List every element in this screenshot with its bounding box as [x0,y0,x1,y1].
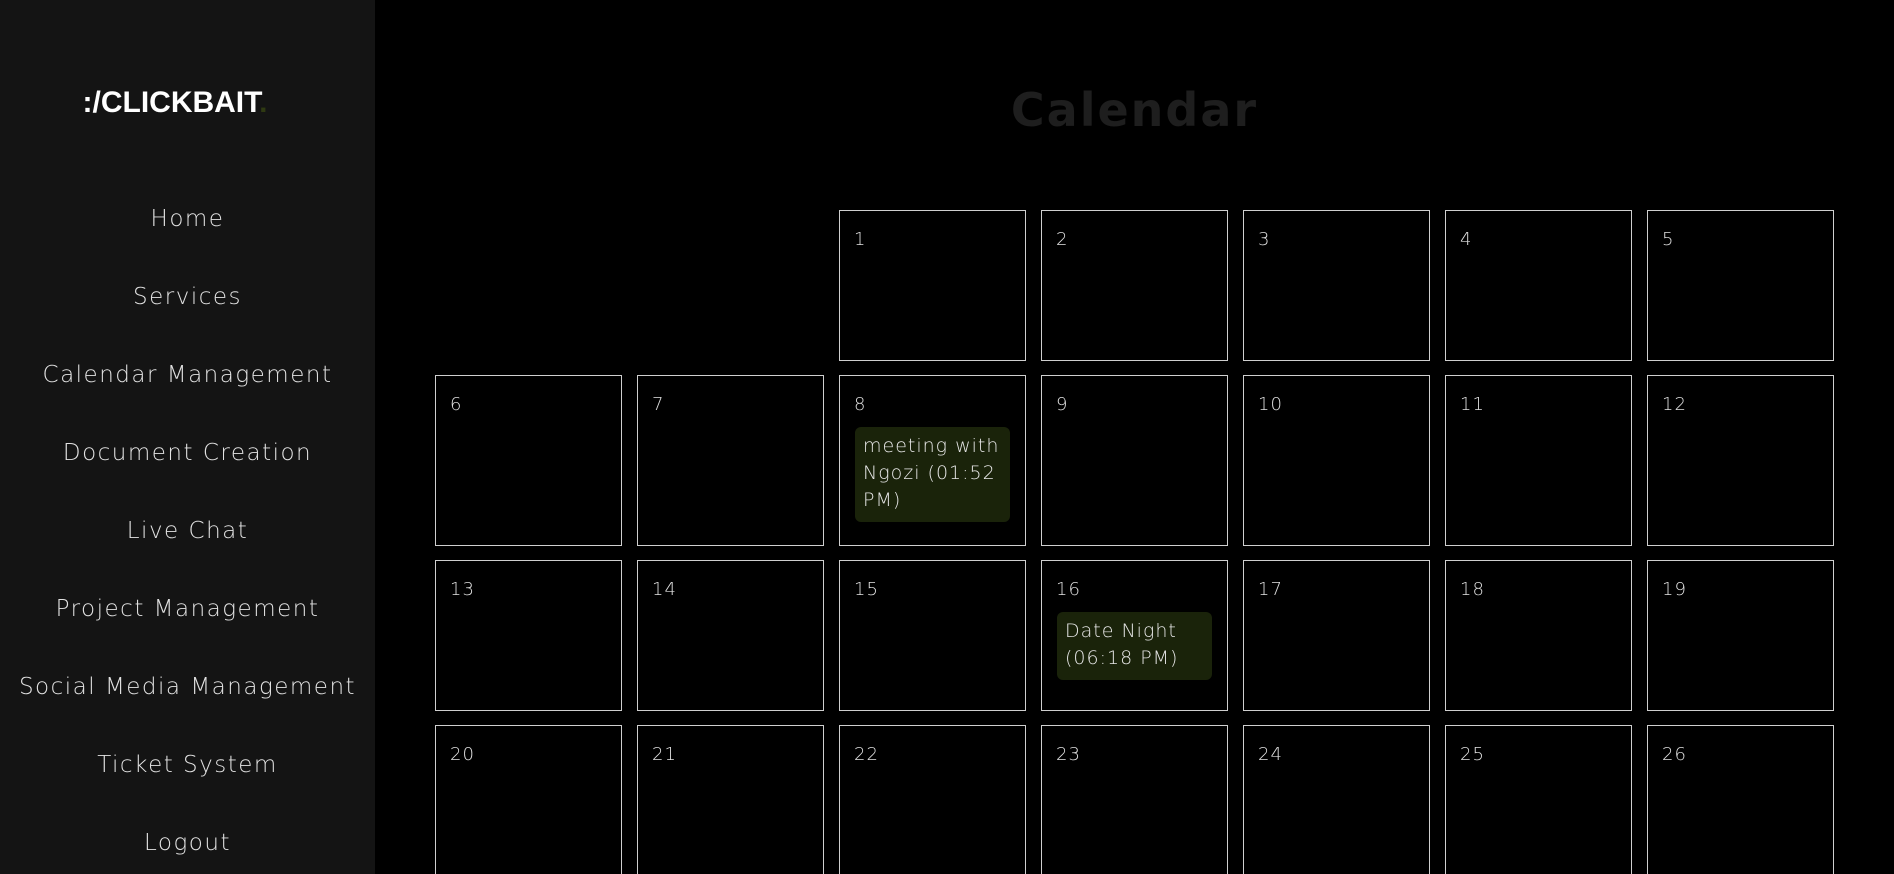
day-number: 11 [1460,394,1485,415]
sidebar-item-calendar-management[interactable]: Calendar Management [0,362,375,388]
calendar-day-cell[interactable]: 20 [435,725,622,874]
day-number: 6 [450,394,463,415]
calendar-day-cell[interactable]: 16 Date Night (06:18 PM) [1041,560,1228,711]
main-content: Calendar 1 2 3 4 5 6 7 8 meeting with Ngozi (01:… [375,0,1894,874]
day-number: 19 [1662,579,1687,600]
calendar-event[interactable]: meeting with Ngozi (01:52 PM) [855,427,1010,522]
day-number: 1 [854,229,867,250]
day-number: 16 [1056,579,1081,600]
sidebar-item-logout[interactable]: Logout [0,830,375,856]
calendar-day-cell[interactable]: 12 [1647,375,1834,546]
calendar-day-cell[interactable]: 23 [1041,725,1228,874]
calendar-day-cell[interactable]: 17 [1243,560,1430,711]
calendar-day-cell[interactable]: 6 [435,375,622,546]
calendar-day-cell[interactable]: 10 [1243,375,1430,546]
calendar-day-cell[interactable]: 18 [1445,560,1632,711]
calendar-day-cell[interactable]: 21 [637,725,824,874]
logo-text: :/CLICKBAIT [82,86,260,119]
calendar-day-cell[interactable]: 13 [435,560,622,711]
sidebar-item-home[interactable]: Home [0,206,375,232]
day-number: 14 [652,579,677,600]
calendar-event[interactable]: Date Night (06:18 PM) [1057,612,1212,680]
day-number: 13 [450,579,475,600]
day-number: 24 [1258,744,1283,765]
day-number: 22 [854,744,879,765]
calendar-day-cell[interactable]: 9 [1041,375,1228,546]
calendar-day-cell[interactable]: 5 [1647,210,1834,361]
calendar-day-cell[interactable]: 11 [1445,375,1632,546]
sidebar-item-project-management[interactable]: Project Management [0,596,375,622]
calendar-day-cell[interactable]: 3 [1243,210,1430,361]
calendar-day-cell[interactable]: 7 [637,375,824,546]
day-number: 17 [1258,579,1283,600]
day-number: 23 [1056,744,1081,765]
calendar-day-cell[interactable]: 8 meeting with Ngozi (01:52 PM) [839,375,1026,546]
day-number: 2 [1056,229,1069,250]
day-number: 20 [450,744,475,765]
brand-logo[interactable]: :/CLICKBAIT. [0,86,350,120]
sidebar-item-ticket-system[interactable]: Ticket System [0,752,375,778]
day-number: 3 [1258,229,1271,250]
day-number: 26 [1662,744,1687,765]
sidebar-item-services[interactable]: Services [0,284,375,310]
calendar-day-cell[interactable]: 15 [839,560,1026,711]
calendar-day-cell[interactable]: 2 [1041,210,1228,361]
calendar-day-cell[interactable]: 25 [1445,725,1632,874]
day-number: 8 [854,394,867,415]
app-root: :/CLICKBAIT. Home Services Calendar Manage… [0,0,1894,874]
day-number: 25 [1460,744,1485,765]
calendar-day-cell[interactable]: 1 [839,210,1026,361]
sidebar-item-live-chat[interactable]: Live Chat [0,518,375,544]
calendar-day-cell[interactable]: 24 [1243,725,1430,874]
logo-dot: . [259,86,268,119]
day-number: 18 [1460,579,1485,600]
day-number: 10 [1258,394,1283,415]
sidebar-item-document-creation[interactable]: Document Creation [0,440,375,466]
day-number: 21 [652,744,677,765]
day-number: 5 [1662,229,1675,250]
sidebar-item-social-media-management[interactable]: Social Media Management [0,674,375,700]
day-number: 15 [854,579,879,600]
day-number: 12 [1662,394,1687,415]
calendar-day-cell[interactable]: 14 [637,560,824,711]
day-number: 4 [1460,229,1473,250]
day-number: 7 [652,394,665,415]
calendar-day-cell[interactable]: 26 [1647,725,1834,874]
calendar-day-cell[interactable]: 4 [1445,210,1632,361]
day-number: 9 [1056,394,1069,415]
sidebar: :/CLICKBAIT. Home Services Calendar Manage… [0,0,375,874]
page-title: Calendar [1010,82,1259,137]
calendar-day-cell[interactable]: 19 [1647,560,1834,711]
calendar-day-cell[interactable]: 22 [839,725,1026,874]
